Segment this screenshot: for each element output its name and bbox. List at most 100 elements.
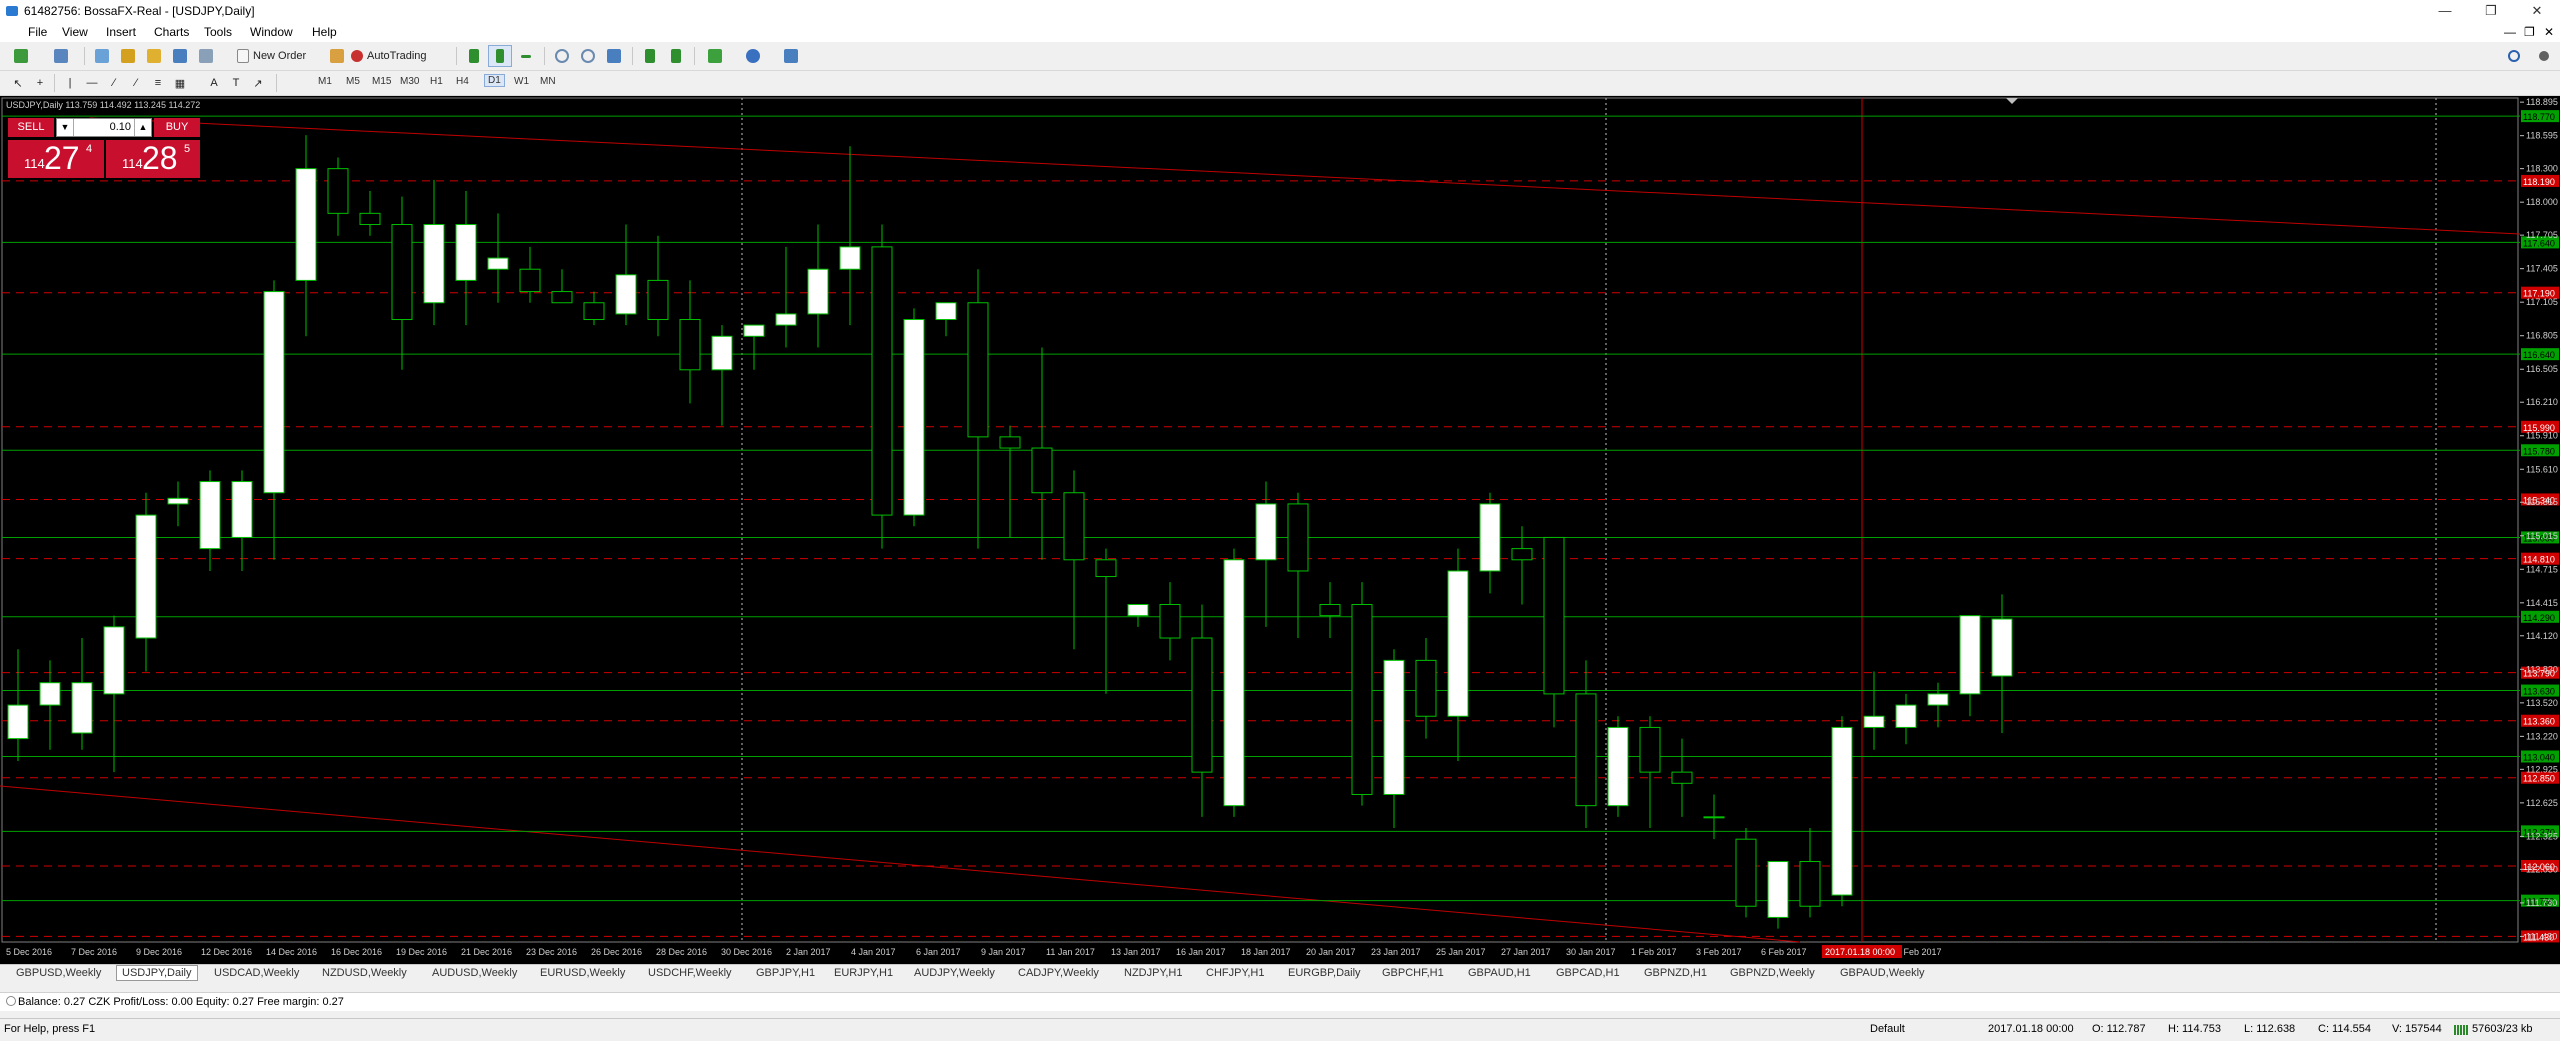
- menu-file[interactable]: File: [28, 25, 47, 39]
- autotrading-button[interactable]: AutoTrading: [350, 45, 448, 67]
- data-window-button[interactable]: [142, 45, 166, 67]
- menu-window[interactable]: Window: [250, 25, 293, 39]
- text-label-tool[interactable]: T: [226, 72, 246, 94]
- lot-dropdown-icon[interactable]: ▼: [57, 119, 74, 136]
- market-watch-button[interactable]: [90, 45, 114, 67]
- buy-button[interactable]: BUY: [154, 118, 200, 137]
- timeframe-m15[interactable]: M15: [372, 76, 391, 87]
- candle-body: [807, 268, 829, 315]
- menu-charts[interactable]: Charts: [154, 25, 189, 39]
- line-chart-button[interactable]: [514, 45, 538, 67]
- lot-spinner-icon[interactable]: ▲: [134, 119, 151, 136]
- timeframe-h4[interactable]: H4: [456, 76, 469, 87]
- timeframe-m30[interactable]: M30: [400, 76, 419, 87]
- autotrading-icon: [351, 50, 363, 62]
- tab-nzdusd-weekly[interactable]: NZDUSD,Weekly: [322, 967, 407, 979]
- tab-gbpjpy-h1[interactable]: GBPJPY,H1: [756, 967, 815, 979]
- tile-windows-button[interactable]: [602, 45, 626, 67]
- profiles-button[interactable]: [46, 45, 76, 67]
- close-child-button[interactable]: ✕: [2544, 25, 2554, 39]
- horizontal-line-tool[interactable]: —: [82, 72, 102, 94]
- green-price-label-text: 116.640: [2523, 350, 2555, 360]
- zoom-out-button[interactable]: [576, 45, 600, 67]
- tab-nzdjpy-h1[interactable]: NZDJPY,H1: [1124, 967, 1182, 979]
- chart-shift-button[interactable]: [664, 45, 688, 67]
- search-button[interactable]: [2502, 45, 2526, 67]
- bar-chart-button[interactable]: [462, 45, 486, 67]
- chart-window[interactable]: 118.770 117.640 116.640 115.780 115.000 114.2…: [0, 96, 2560, 964]
- timeframe-d1[interactable]: D1: [484, 74, 505, 87]
- candle-body: [1319, 603, 1341, 617]
- lot-size-input[interactable]: ▼ 0.10 ▲: [56, 118, 152, 137]
- candle-body: [1287, 503, 1309, 572]
- tab-gbpchf-h1[interactable]: GBPCHF,H1: [1382, 967, 1444, 979]
- tab-cadjpy-weekly[interactable]: CADJPY,Weekly: [1018, 967, 1099, 979]
- timeframe-h1[interactable]: H1: [430, 76, 443, 87]
- new-chart-button[interactable]: [6, 45, 36, 67]
- channel-tool[interactable]: ⁄: [126, 72, 146, 94]
- arrows-tool[interactable]: ↗: [248, 72, 268, 94]
- menu-tools[interactable]: Tools: [204, 25, 232, 39]
- gann-tool[interactable]: ▦: [170, 72, 190, 94]
- timeframe-m5[interactable]: M5: [346, 76, 360, 87]
- navigator-button[interactable]: [116, 45, 140, 67]
- menu-insert[interactable]: Insert: [106, 25, 136, 39]
- tab-usdcad-weekly[interactable]: USDCAD,Weekly: [214, 967, 299, 979]
- buy-price-button[interactable]: 114 28 5: [106, 140, 200, 178]
- tab-gbpnzd-weekly[interactable]: GBPNZD,Weekly: [1730, 967, 1815, 979]
- new-order-button[interactable]: New Order: [236, 45, 324, 67]
- tab-usdchf-weekly[interactable]: USDCHF,Weekly: [648, 967, 732, 979]
- tab-gbpnzd-h1[interactable]: GBPNZD,H1: [1644, 967, 1707, 979]
- strategy-tester-button[interactable]: [194, 45, 218, 67]
- metaeditor-button[interactable]: [326, 45, 348, 67]
- indicators-button[interactable]: [700, 45, 730, 67]
- price-tick-label: 114.120: [2526, 631, 2558, 641]
- fibonacci-tool[interactable]: ≡: [148, 72, 168, 94]
- menu-view[interactable]: View: [62, 25, 88, 39]
- cursor-tool[interactable]: ↖: [8, 72, 28, 94]
- minimize-button[interactable]: —: [2422, 0, 2468, 22]
- templates-button[interactable]: [776, 45, 806, 67]
- timeframe-w1[interactable]: W1: [514, 76, 529, 87]
- restore-child-button[interactable]: ❐: [2524, 25, 2535, 39]
- timeframe-m1[interactable]: M1: [318, 76, 332, 87]
- minimize-child-button[interactable]: —: [2504, 25, 2516, 39]
- candle-body: [1543, 536, 1565, 695]
- close-button[interactable]: ✕: [2514, 0, 2560, 22]
- tab-gbpaud-h1[interactable]: GBPAUD,H1: [1468, 967, 1531, 979]
- text-tool[interactable]: A: [204, 72, 224, 94]
- status-low: L: 112.638: [2244, 1023, 2296, 1035]
- sell-button[interactable]: SELL: [8, 118, 54, 137]
- tab-eurgbp-daily[interactable]: EURGBP,Daily: [1288, 967, 1361, 979]
- trendline-tool[interactable]: ∕: [104, 72, 124, 94]
- candle-body: [1159, 603, 1181, 639]
- tab-audusd-weekly[interactable]: AUDUSD,Weekly: [432, 967, 517, 979]
- settings-button[interactable]: [2532, 45, 2556, 67]
- auto-scroll-button[interactable]: [638, 45, 662, 67]
- candlestick-button[interactable]: [488, 45, 512, 67]
- tab-gbpcad-h1[interactable]: GBPCAD,H1: [1556, 967, 1620, 979]
- menu-bar: File View Insert Charts Tools Window Hel…: [0, 22, 2560, 42]
- zoom-in-button[interactable]: [550, 45, 574, 67]
- sell-price-button[interactable]: 114 27 4: [8, 140, 104, 178]
- menu-help[interactable]: Help: [312, 25, 337, 39]
- tab-gbpaud-weekly[interactable]: GBPAUD,Weekly: [1840, 967, 1925, 979]
- candle-body: [391, 224, 413, 321]
- tab-eurusd-weekly[interactable]: EURUSD,Weekly: [540, 967, 625, 979]
- tab-audjpy-weekly[interactable]: AUDJPY,Weekly: [914, 967, 995, 979]
- profile-name: Default: [1870, 1023, 1905, 1035]
- date-tick-label: 23 Dec 2016: [526, 947, 577, 957]
- candle-body: [679, 319, 701, 371]
- tab-usdjpy-daily[interactable]: USDJPY,Daily: [116, 965, 198, 981]
- periods-button[interactable]: [738, 45, 768, 67]
- restore-button[interactable]: ❐: [2468, 0, 2514, 22]
- vertical-line-tool[interactable]: |: [60, 72, 80, 94]
- timeframe-mn[interactable]: MN: [540, 76, 556, 87]
- autotrading-label: AutoTrading: [367, 50, 427, 62]
- price-chart[interactable]: 118.770117.640116.640115.780115.000114.2…: [0, 96, 2560, 964]
- tab-eurjpy-h1[interactable]: EURJPY,H1: [834, 967, 893, 979]
- terminal-button[interactable]: [168, 45, 192, 67]
- tab-gbpusd-weekly[interactable]: GBPUSD,Weekly: [16, 967, 101, 979]
- tab-chfjpy-h1[interactable]: CHFJPY,H1: [1206, 967, 1264, 979]
- crosshair-tool[interactable]: +: [30, 72, 50, 94]
